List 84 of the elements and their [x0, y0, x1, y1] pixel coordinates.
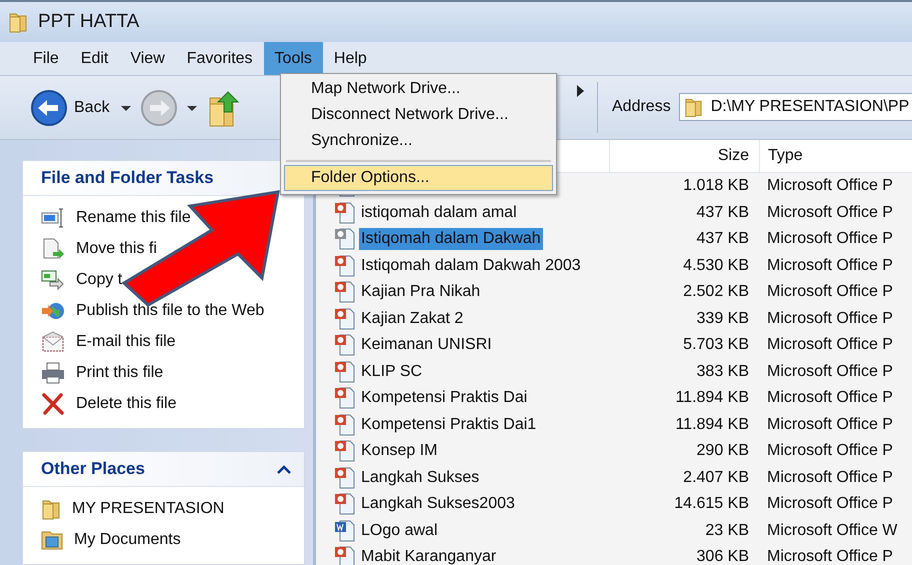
file-name[interactable]: LOgo awal [359, 520, 440, 542]
file-type: Microsoft Office P [766, 389, 894, 408]
file-type: Microsoft Office P [766, 283, 894, 302]
column-header[interactable]: Type [759, 140, 912, 172]
task-link[interactable]: My Documents [74, 531, 181, 549]
file-name[interactable]: Langkah Sukses [359, 466, 482, 489]
file-size: 5.703 KB [682, 336, 750, 354]
menu-item[interactable]: Favorites [176, 42, 264, 75]
menu-option[interactable]: Folder Options... [284, 165, 553, 191]
file-size: 437 KB [696, 230, 750, 248]
collapse-icon[interactable] [276, 464, 292, 474]
file-name[interactable]: Kajian Pra Nikah [359, 281, 482, 304]
task-link[interactable]: Move this fi [76, 240, 157, 258]
chevron-icon[interactable] [575, 84, 585, 98]
column-header[interactable]: Size [609, 140, 759, 172]
move-file-icon [41, 238, 65, 260]
file-name[interactable]: Keimanan UNISRI [359, 334, 494, 356]
file-type: Microsoft Office P [766, 468, 894, 487]
menu-item[interactable]: Tools [264, 42, 323, 75]
menu-option[interactable]: Map Network Drive... [284, 76, 553, 102]
file-type: Microsoft Office P [766, 230, 894, 248]
panel-title: File and Folder Tasks [41, 168, 214, 188]
file-name[interactable]: istiqomah dalam amal [359, 202, 519, 224]
file-type: Microsoft Office P [766, 416, 894, 434]
envelope-icon [41, 331, 65, 353]
file-name[interactable]: Kompetensi Praktis Dai1 [359, 414, 538, 436]
rename-icon [41, 207, 65, 229]
file-type: Microsoft Office P [766, 204, 894, 222]
file-size: 339 KB [696, 310, 750, 328]
file-name[interactable]: Istiqomah dalam Dakwah [359, 228, 543, 250]
menu-item[interactable]: Help [322, 42, 378, 75]
file-name[interactable]: Istiqomah dalam Dakwah 2003 [359, 254, 583, 277]
file-size: 23 KB [704, 522, 750, 540]
menu-item[interactable]: File [22, 42, 70, 75]
file-type: Microsoft Office P [766, 548, 894, 565]
folder-icon [8, 11, 28, 33]
task-link[interactable]: MY PRESENTASION [72, 500, 224, 518]
file-name[interactable]: Mabit Karanganyar [359, 546, 498, 565]
file-name[interactable]: KLIP SC [359, 360, 424, 383]
file-type: Microsoft Office P [766, 362, 894, 381]
menu-option[interactable]: Synchronize... [284, 128, 553, 154]
file-type: Microsoft Office P [766, 495, 894, 514]
delete-icon [41, 393, 65, 415]
file-size: 437 KB [696, 204, 750, 222]
folder-icon [41, 498, 61, 520]
task-link[interactable]: Rename this file [76, 209, 191, 227]
file-size: 383 KB [696, 362, 750, 381]
file-name[interactable]: Kompetensi Praktis Dai [359, 387, 530, 410]
file-size: 2.502 KB [682, 283, 750, 302]
menu-item[interactable]: View [119, 42, 176, 75]
menu-item[interactable]: Edit [70, 42, 120, 75]
task-link[interactable]: Publish this file to the Web [76, 302, 264, 320]
back-button[interactable]: Back [28, 86, 112, 128]
file-size: 2.407 KB [682, 468, 750, 487]
file-size: 14.615 KB [673, 495, 750, 514]
printer-icon [41, 362, 65, 384]
panel-title: Other Places [41, 459, 145, 479]
file-name[interactable]: Konsep IM [359, 440, 440, 462]
file-type: Microsoft Office P [766, 336, 894, 354]
file-size: 306 KB [696, 548, 750, 565]
file-type: Microsoft Office P [766, 256, 894, 275]
file-size: 1.018 KB [682, 177, 750, 196]
file-name[interactable]: Kajian Zakat 2 [359, 308, 466, 330]
file-type: Microsoft Office W [766, 522, 898, 540]
window-title: PPT HATTA [38, 11, 140, 33]
file-size: 11.894 KB [674, 389, 750, 408]
file-type: Microsoft Office P [766, 310, 894, 328]
globe-icon [41, 300, 65, 322]
file-name[interactable]: Langkah Sukses2003 [359, 493, 517, 516]
folder-icon [684, 96, 703, 118]
file-size: 4.530 KB [682, 256, 750, 275]
task-link[interactable]: Print this file [76, 364, 164, 382]
address-field[interactable]: D:\MY PRESENTASION\PP [678, 93, 912, 121]
address-label: Address [612, 98, 671, 116]
task-link[interactable]: Delete this file [76, 395, 176, 413]
documents-folder-icon [41, 529, 63, 551]
task-link[interactable]: E-mail this file [76, 333, 176, 351]
file-type: Microsoft Office P [766, 177, 894, 196]
file-size: 11.894 KB [674, 416, 750, 434]
task-link[interactable]: Copy t [76, 271, 122, 289]
copy-file-icon [41, 269, 65, 291]
file-type: Microsoft Office P [766, 442, 894, 460]
menu-option[interactable]: Disconnect Network Drive... [284, 102, 553, 128]
file-size: 290 KB [696, 442, 750, 460]
